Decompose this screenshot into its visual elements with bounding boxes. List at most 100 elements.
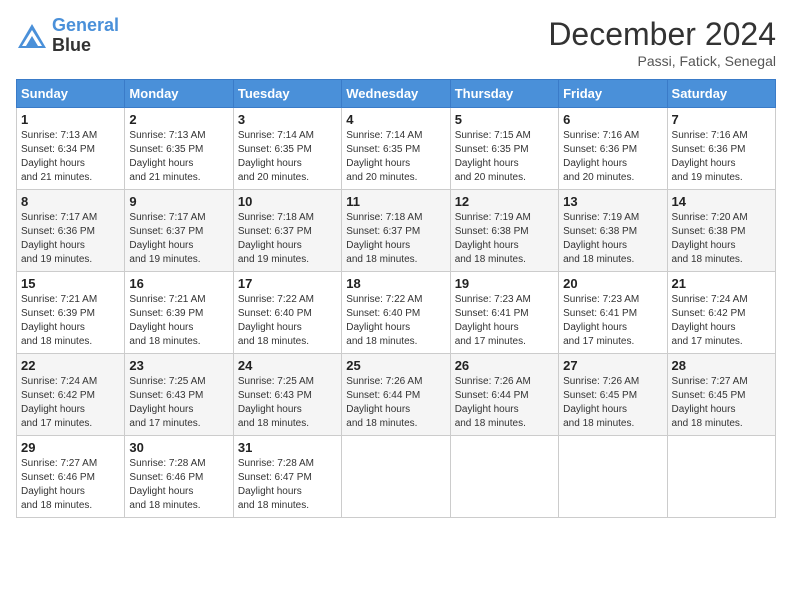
day-info: Sunrise: 7:26 AM Sunset: 6:44 PM Dayligh… bbox=[346, 375, 445, 431]
day-number: 5 bbox=[455, 112, 554, 127]
calendar-cell: 31 Sunrise: 7:28 AM Sunset: 6:47 PM Dayl… bbox=[233, 436, 341, 518]
day-number: 27 bbox=[563, 358, 662, 373]
calendar-week-2: 8 Sunrise: 7:17 AM Sunset: 6:36 PM Dayli… bbox=[17, 190, 776, 272]
day-info: Sunrise: 7:14 AM Sunset: 6:35 PM Dayligh… bbox=[238, 129, 337, 185]
day-info: Sunrise: 7:20 AM Sunset: 6:38 PM Dayligh… bbox=[672, 211, 771, 267]
calendar-cell: 2 Sunrise: 7:13 AM Sunset: 6:35 PM Dayli… bbox=[125, 108, 233, 190]
weekday-header-monday: Monday bbox=[125, 80, 233, 108]
day-number: 20 bbox=[563, 276, 662, 291]
day-info: Sunrise: 7:22 AM Sunset: 6:40 PM Dayligh… bbox=[238, 293, 337, 349]
day-info: Sunrise: 7:25 AM Sunset: 6:43 PM Dayligh… bbox=[129, 375, 228, 431]
day-info: Sunrise: 7:17 AM Sunset: 6:37 PM Dayligh… bbox=[129, 211, 228, 267]
calendar-cell: 16 Sunrise: 7:21 AM Sunset: 6:39 PM Dayl… bbox=[125, 272, 233, 354]
day-number: 6 bbox=[563, 112, 662, 127]
calendar-cell bbox=[667, 436, 775, 518]
calendar-cell: 25 Sunrise: 7:26 AM Sunset: 6:44 PM Dayl… bbox=[342, 354, 450, 436]
day-number: 30 bbox=[129, 440, 228, 455]
day-info: Sunrise: 7:18 AM Sunset: 6:37 PM Dayligh… bbox=[346, 211, 445, 267]
calendar-cell: 7 Sunrise: 7:16 AM Sunset: 6:36 PM Dayli… bbox=[667, 108, 775, 190]
calendar-cell: 29 Sunrise: 7:27 AM Sunset: 6:46 PM Dayl… bbox=[17, 436, 125, 518]
day-number: 1 bbox=[21, 112, 120, 127]
calendar-cell: 4 Sunrise: 7:14 AM Sunset: 6:35 PM Dayli… bbox=[342, 108, 450, 190]
day-info: Sunrise: 7:23 AM Sunset: 6:41 PM Dayligh… bbox=[563, 293, 662, 349]
calendar-cell: 22 Sunrise: 7:24 AM Sunset: 6:42 PM Dayl… bbox=[17, 354, 125, 436]
calendar-cell: 13 Sunrise: 7:19 AM Sunset: 6:38 PM Dayl… bbox=[559, 190, 667, 272]
logo: General Blue bbox=[16, 16, 119, 56]
day-info: Sunrise: 7:25 AM Sunset: 6:43 PM Dayligh… bbox=[238, 375, 337, 431]
calendar-week-4: 22 Sunrise: 7:24 AM Sunset: 6:42 PM Dayl… bbox=[17, 354, 776, 436]
logo-text: General Blue bbox=[52, 16, 119, 56]
day-info: Sunrise: 7:27 AM Sunset: 6:45 PM Dayligh… bbox=[672, 375, 771, 431]
day-number: 16 bbox=[129, 276, 228, 291]
calendar-cell: 27 Sunrise: 7:26 AM Sunset: 6:45 PM Dayl… bbox=[559, 354, 667, 436]
calendar-header-row: SundayMondayTuesdayWednesdayThursdayFrid… bbox=[17, 80, 776, 108]
calendar-cell: 19 Sunrise: 7:23 AM Sunset: 6:41 PM Dayl… bbox=[450, 272, 558, 354]
day-info: Sunrise: 7:21 AM Sunset: 6:39 PM Dayligh… bbox=[21, 293, 120, 349]
day-number: 10 bbox=[238, 194, 337, 209]
day-info: Sunrise: 7:22 AM Sunset: 6:40 PM Dayligh… bbox=[346, 293, 445, 349]
day-number: 23 bbox=[129, 358, 228, 373]
day-number: 15 bbox=[21, 276, 120, 291]
weekday-header-friday: Friday bbox=[559, 80, 667, 108]
calendar-cell: 12 Sunrise: 7:19 AM Sunset: 6:38 PM Dayl… bbox=[450, 190, 558, 272]
day-info: Sunrise: 7:14 AM Sunset: 6:35 PM Dayligh… bbox=[346, 129, 445, 185]
day-number: 18 bbox=[346, 276, 445, 291]
day-number: 12 bbox=[455, 194, 554, 209]
calendar-cell: 3 Sunrise: 7:14 AM Sunset: 6:35 PM Dayli… bbox=[233, 108, 341, 190]
day-number: 21 bbox=[672, 276, 771, 291]
day-info: Sunrise: 7:16 AM Sunset: 6:36 PM Dayligh… bbox=[672, 129, 771, 185]
calendar-cell: 1 Sunrise: 7:13 AM Sunset: 6:34 PM Dayli… bbox=[17, 108, 125, 190]
day-number: 13 bbox=[563, 194, 662, 209]
calendar-cell: 24 Sunrise: 7:25 AM Sunset: 6:43 PM Dayl… bbox=[233, 354, 341, 436]
day-info: Sunrise: 7:17 AM Sunset: 6:36 PM Dayligh… bbox=[21, 211, 120, 267]
page-header: General Blue December 2024 Passi, Fatick… bbox=[16, 16, 776, 69]
calendar-cell: 28 Sunrise: 7:27 AM Sunset: 6:45 PM Dayl… bbox=[667, 354, 775, 436]
day-number: 26 bbox=[455, 358, 554, 373]
day-number: 9 bbox=[129, 194, 228, 209]
day-number: 29 bbox=[21, 440, 120, 455]
day-number: 17 bbox=[238, 276, 337, 291]
calendar-cell: 9 Sunrise: 7:17 AM Sunset: 6:37 PM Dayli… bbox=[125, 190, 233, 272]
calendar-week-1: 1 Sunrise: 7:13 AM Sunset: 6:34 PM Dayli… bbox=[17, 108, 776, 190]
calendar-cell: 6 Sunrise: 7:16 AM Sunset: 6:36 PM Dayli… bbox=[559, 108, 667, 190]
day-info: Sunrise: 7:26 AM Sunset: 6:45 PM Dayligh… bbox=[563, 375, 662, 431]
day-number: 22 bbox=[21, 358, 120, 373]
day-number: 2 bbox=[129, 112, 228, 127]
calendar-cell: 5 Sunrise: 7:15 AM Sunset: 6:35 PM Dayli… bbox=[450, 108, 558, 190]
calendar-cell: 23 Sunrise: 7:25 AM Sunset: 6:43 PM Dayl… bbox=[125, 354, 233, 436]
day-info: Sunrise: 7:24 AM Sunset: 6:42 PM Dayligh… bbox=[672, 293, 771, 349]
day-info: Sunrise: 7:13 AM Sunset: 6:35 PM Dayligh… bbox=[129, 129, 228, 185]
month-title: December 2024 bbox=[548, 16, 776, 53]
calendar-cell: 15 Sunrise: 7:21 AM Sunset: 6:39 PM Dayl… bbox=[17, 272, 125, 354]
day-number: 24 bbox=[238, 358, 337, 373]
calendar-cell: 30 Sunrise: 7:28 AM Sunset: 6:46 PM Dayl… bbox=[125, 436, 233, 518]
calendar-cell: 17 Sunrise: 7:22 AM Sunset: 6:40 PM Dayl… bbox=[233, 272, 341, 354]
title-section: December 2024 Passi, Fatick, Senegal bbox=[548, 16, 776, 69]
weekday-header-saturday: Saturday bbox=[667, 80, 775, 108]
day-number: 8 bbox=[21, 194, 120, 209]
weekday-header-thursday: Thursday bbox=[450, 80, 558, 108]
calendar-cell: 14 Sunrise: 7:20 AM Sunset: 6:38 PM Dayl… bbox=[667, 190, 775, 272]
day-info: Sunrise: 7:13 AM Sunset: 6:34 PM Dayligh… bbox=[21, 129, 120, 185]
day-info: Sunrise: 7:24 AM Sunset: 6:42 PM Dayligh… bbox=[21, 375, 120, 431]
day-number: 31 bbox=[238, 440, 337, 455]
location: Passi, Fatick, Senegal bbox=[548, 53, 776, 69]
calendar-cell bbox=[342, 436, 450, 518]
day-info: Sunrise: 7:15 AM Sunset: 6:35 PM Dayligh… bbox=[455, 129, 554, 185]
calendar-cell bbox=[559, 436, 667, 518]
day-info: Sunrise: 7:28 AM Sunset: 6:46 PM Dayligh… bbox=[129, 457, 228, 513]
day-info: Sunrise: 7:23 AM Sunset: 6:41 PM Dayligh… bbox=[455, 293, 554, 349]
day-number: 4 bbox=[346, 112, 445, 127]
day-info: Sunrise: 7:21 AM Sunset: 6:39 PM Dayligh… bbox=[129, 293, 228, 349]
calendar-cell: 11 Sunrise: 7:18 AM Sunset: 6:37 PM Dayl… bbox=[342, 190, 450, 272]
weekday-header-sunday: Sunday bbox=[17, 80, 125, 108]
day-info: Sunrise: 7:16 AM Sunset: 6:36 PM Dayligh… bbox=[563, 129, 662, 185]
calendar-week-3: 15 Sunrise: 7:21 AM Sunset: 6:39 PM Dayl… bbox=[17, 272, 776, 354]
calendar-cell bbox=[450, 436, 558, 518]
calendar-week-5: 29 Sunrise: 7:27 AM Sunset: 6:46 PM Dayl… bbox=[17, 436, 776, 518]
day-number: 3 bbox=[238, 112, 337, 127]
day-number: 11 bbox=[346, 194, 445, 209]
logo-icon bbox=[16, 22, 48, 50]
day-info: Sunrise: 7:27 AM Sunset: 6:46 PM Dayligh… bbox=[21, 457, 120, 513]
day-info: Sunrise: 7:19 AM Sunset: 6:38 PM Dayligh… bbox=[455, 211, 554, 267]
